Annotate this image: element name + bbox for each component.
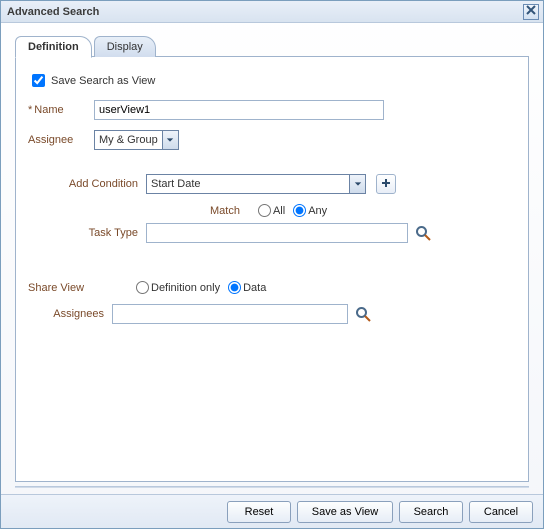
- tab-definition[interactable]: Definition: [15, 36, 92, 58]
- assignee-selected: My & Group: [95, 134, 162, 146]
- assignees-lookup-button[interactable]: [354, 305, 372, 323]
- share-data-label: Data: [243, 282, 266, 294]
- add-condition-button[interactable]: [376, 174, 396, 194]
- definition-panel: Save Search as View *Name Assignee My & …: [15, 57, 529, 482]
- search-icon: [355, 306, 371, 322]
- save-as-view-button[interactable]: Save as View: [297, 501, 393, 523]
- close-icon: [526, 5, 536, 18]
- match-label: Match: [210, 205, 240, 217]
- add-condition-selected: Start Date: [147, 178, 349, 190]
- chevron-down-icon: [162, 131, 178, 149]
- tab-bar: Definition Display: [15, 31, 529, 57]
- task-type-row: Task Type: [28, 223, 516, 243]
- add-condition-row: Add Condition Start Date: [28, 174, 516, 194]
- match-row: Match All Any: [210, 204, 516, 217]
- footer-bar: Reset Save as View Search Cancel: [1, 494, 543, 528]
- assignee-row: Assignee My & Group: [28, 130, 516, 150]
- name-input[interactable]: [94, 100, 384, 120]
- close-button[interactable]: [523, 4, 539, 20]
- cancel-button[interactable]: Cancel: [469, 501, 533, 523]
- name-label: *Name: [28, 104, 94, 116]
- search-icon: [415, 225, 431, 241]
- tab-display[interactable]: Display: [94, 36, 156, 57]
- content-area: Definition Display Save Search as View *…: [1, 23, 543, 494]
- tab-definition-label: Definition: [28, 41, 79, 53]
- chevron-down-icon: [349, 175, 365, 193]
- add-condition-label: Add Condition: [28, 178, 146, 190]
- share-data-radio[interactable]: [228, 281, 241, 294]
- save-as-view-row: Save Search as View: [28, 71, 516, 90]
- titlebar: Advanced Search: [1, 1, 543, 23]
- match-any-label: Any: [308, 205, 327, 217]
- task-type-lookup-button[interactable]: [414, 224, 432, 242]
- advanced-search-dialog: Advanced Search Definition Display Save …: [0, 0, 544, 529]
- dialog-title: Advanced Search: [7, 6, 99, 18]
- share-view-row: Share View Definition only Data: [28, 281, 516, 294]
- assignee-select[interactable]: My & Group: [94, 130, 179, 150]
- match-any-radio[interactable]: [293, 204, 306, 217]
- assignees-row: Assignees: [28, 304, 516, 324]
- share-definition-radio[interactable]: [136, 281, 149, 294]
- search-button[interactable]: Search: [399, 501, 463, 523]
- tab-display-label: Display: [107, 41, 143, 53]
- save-as-view-label: Save Search as View: [51, 75, 155, 87]
- add-condition-select[interactable]: Start Date: [146, 174, 366, 194]
- assignees-input[interactable]: [112, 304, 348, 324]
- name-row: *Name: [28, 100, 516, 120]
- assignee-label: Assignee: [28, 134, 94, 146]
- match-all-label: All: [273, 205, 285, 217]
- footer-separator: [15, 486, 529, 488]
- share-definition-label: Definition only: [151, 282, 220, 294]
- task-type-label: Task Type: [28, 227, 146, 239]
- required-marker: *: [28, 104, 32, 116]
- save-as-view-checkbox[interactable]: [32, 74, 45, 87]
- assignees-label: Assignees: [28, 308, 112, 320]
- task-type-input[interactable]: [146, 223, 408, 243]
- match-all-radio[interactable]: [258, 204, 271, 217]
- reset-button[interactable]: Reset: [227, 501, 291, 523]
- share-view-label: Share View: [28, 282, 112, 294]
- plus-icon: [381, 178, 391, 191]
